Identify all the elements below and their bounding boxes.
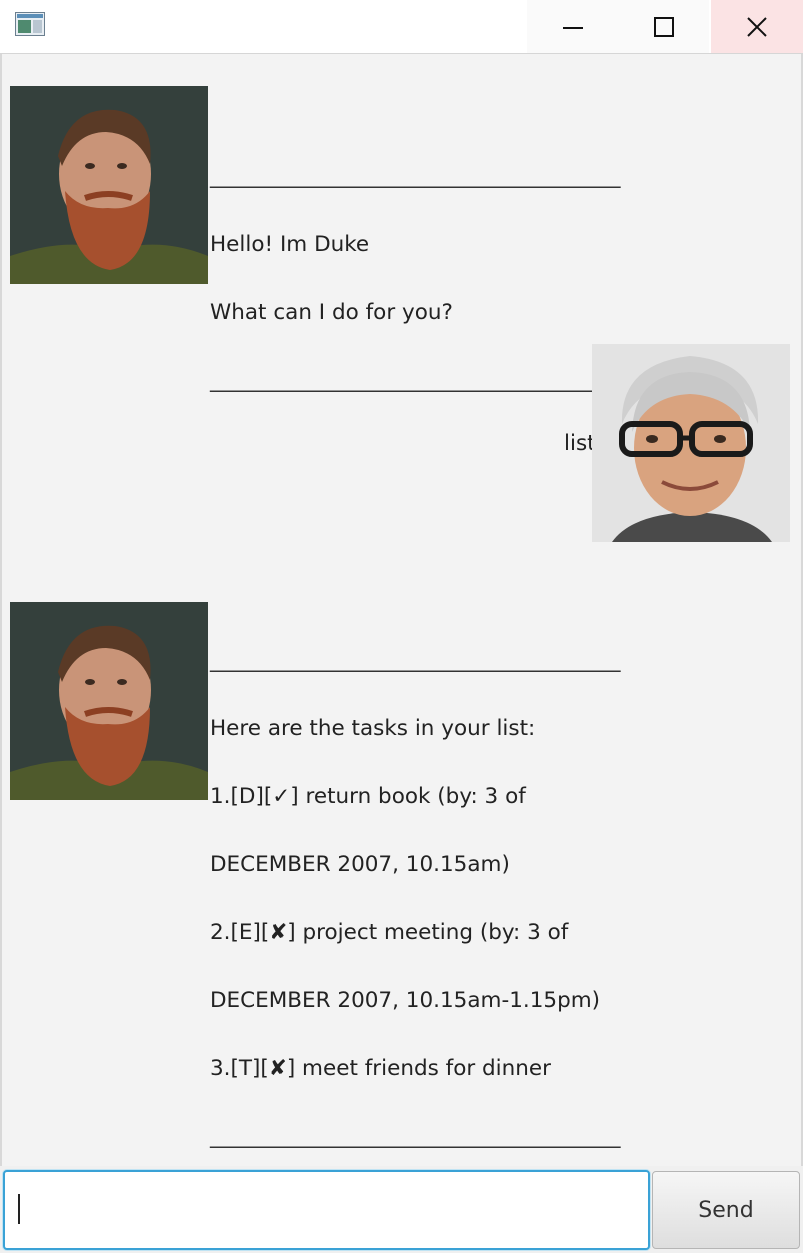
task-line: 1.[D][✓] return book (by: 3 of [210,784,526,809]
minimize-icon [562,26,583,29]
message-divider: ________________________________________… [210,1124,620,1149]
title-bar [0,0,803,54]
user-input[interactable] [3,1170,650,1250]
message-divider: ________________________________________… [210,164,620,189]
task-line: 3.[T][✘] meet friends for dinner [210,1056,551,1081]
bearded-man-avatar [10,86,208,284]
task-line: 2.[E][✘] project meeting (by: 3 of [210,920,569,945]
task-line: DECEMBER 2007, 10.15am) [210,852,510,877]
maximize-icon [653,16,674,37]
message-line: Here are the tasks in your list: [210,716,536,741]
duke-message-1: ________________________________________… [210,126,620,432]
app-window-icon [15,12,45,36]
send-button[interactable]: Send [652,1171,800,1249]
message-line: Hello! Im Duke [210,232,370,257]
message-line: What can I do for you? [210,300,453,325]
close-button[interactable] [711,0,803,53]
bearded-man-avatar [10,602,208,800]
text-caret [18,1194,20,1224]
input-bar: Send [0,1166,803,1253]
maximize-button[interactable] [618,0,709,53]
message-divider: ________________________________________… [210,368,620,393]
dialog-container[interactable]: ________________________________________… [0,54,803,1166]
message-divider: ________________________________________… [210,648,620,673]
task-line: DECEMBER 2007, 10.15am-1.15pm) [210,988,601,1013]
close-icon [747,16,767,37]
user-message-text: list [564,431,596,456]
duke-message-2: ________________________________________… [210,610,620,1188]
man-with-glasses-avatar [592,344,790,542]
minimize-button[interactable] [527,0,618,53]
